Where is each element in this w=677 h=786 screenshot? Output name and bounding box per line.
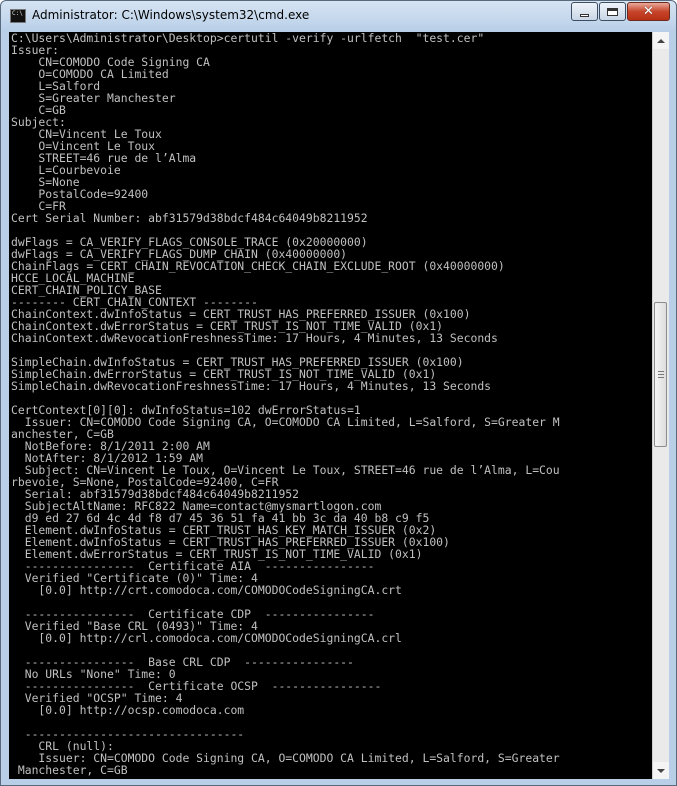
- minimize-button[interactable]: [571, 2, 598, 21]
- scroll-up-arrow-icon: [657, 38, 665, 43]
- grip-icon: [657, 371, 664, 378]
- minimize-icon: [580, 13, 589, 17]
- window-title: Administrator: C:\Windows\system32\cmd.e…: [32, 8, 310, 22]
- close-button[interactable]: ✕: [627, 2, 670, 21]
- console-output-area[interactable]: C:\Users\Administrator\Desktop>certutil …: [9, 32, 652, 779]
- console-icon[interactable]: [10, 9, 26, 23]
- scroll-up-button[interactable]: [653, 32, 669, 49]
- scroll-down-arrow-icon: [657, 768, 665, 773]
- scroll-down-button[interactable]: [653, 762, 669, 779]
- scrollbar-thumb[interactable]: [654, 302, 667, 447]
- maximize-icon: [607, 7, 618, 16]
- maximize-button[interactable]: [599, 2, 626, 21]
- close-icon: ✕: [643, 4, 654, 19]
- vertical-scrollbar[interactable]: [652, 32, 669, 779]
- console-output[interactable]: C:\Users\Administrator\Desktop>certutil …: [9, 32, 652, 776]
- cmd-window: Administrator: C:\Windows\system32\cmd.e…: [0, 0, 677, 786]
- title-bar[interactable]: Administrator: C:\Windows\system32\cmd.e…: [1, 1, 676, 31]
